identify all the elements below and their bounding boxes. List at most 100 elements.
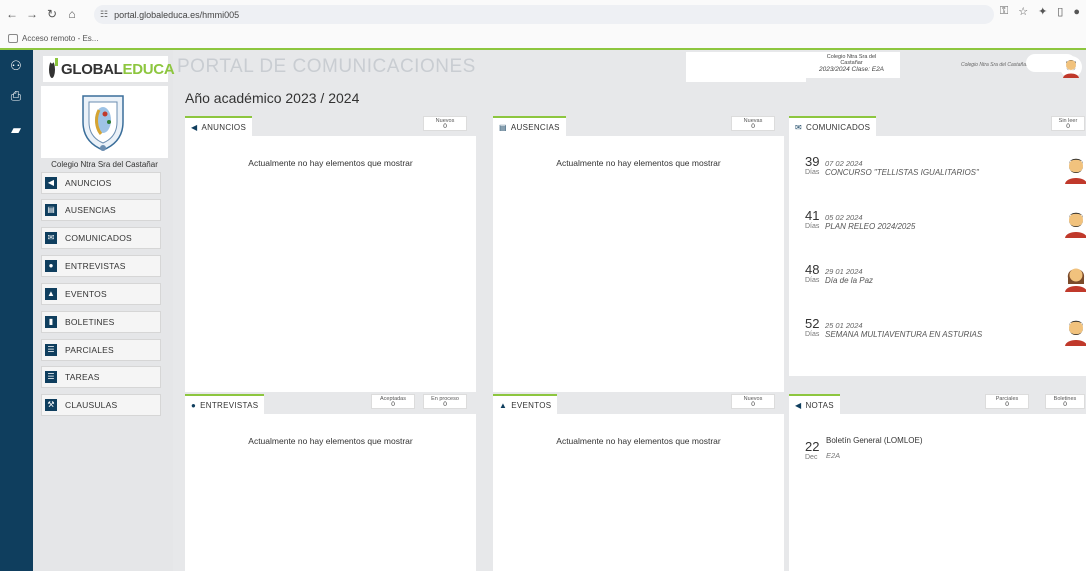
man-avatar-icon (1062, 208, 1086, 238)
sidebar-item-label: TAREAS (65, 372, 100, 382)
item-date: 07 02 2024 (825, 159, 863, 168)
item-title: Día de la Paz (825, 276, 874, 285)
chat-icon: ● (191, 400, 197, 410)
user-avatar-icon[interactable] (1060, 56, 1082, 78)
megaphone-icon: ◀ (45, 177, 57, 189)
calendar-icon: ▤ (499, 122, 507, 132)
tab-comunicados[interactable]: ✉ COMUNICADOS (789, 116, 877, 136)
days-count: 39 (805, 154, 820, 169)
panel-title: ENTREVISTAS (200, 400, 259, 410)
url-text: portal.globaleduca.es/hmmi005 (114, 9, 240, 20)
counter-en-proceso[interactable]: En proceso 0 (423, 394, 467, 409)
sidebar-item-clausulas[interactable]: ⚒ CLAUSULAS (41, 394, 161, 416)
panel-title: NOTAS (805, 400, 834, 410)
empty-message: Actualmente no hay elementos que mostrar (248, 436, 413, 446)
item-date: 25 01 2024 (825, 321, 863, 330)
gavel-icon: ⚒ (45, 399, 57, 411)
panel-title: AUSENCIAS (510, 122, 560, 132)
profile-icon[interactable]: ● (1073, 6, 1080, 18)
tab-notas[interactable]: ◀ NOTAS (789, 394, 840, 414)
counter-value: 0 (1066, 123, 1070, 130)
user-name-block[interactable] (686, 52, 806, 82)
extensions-icon[interactable]: ✦ (1038, 5, 1047, 18)
sidebar-item-anuncios[interactable]: ◀ ANUNCIOS (41, 172, 161, 194)
sidebar-item-boletines[interactable]: ▮ BOLETINES (41, 311, 161, 333)
school-name: Colegio Ntra Sra del Castañar (51, 160, 158, 169)
home-icon[interactable]: ⌂ (64, 7, 80, 21)
counter-value: 0 (751, 401, 755, 408)
days-label: Días (805, 331, 820, 338)
logo-text-educa: EDUCA (122, 60, 175, 78)
empty-message: Actualmente no hay elementos que mostrar (556, 158, 721, 168)
counter-nuevas[interactable]: Nuevas 0 (731, 116, 775, 131)
list-item[interactable]: 52 Días 25 01 2024 SEMANA MULTIAVENTURA … (805, 316, 1086, 350)
counter-boletines[interactable]: Boletines 0 (1045, 394, 1085, 409)
tab-anuncios[interactable]: ◀ ANUNCIOS (185, 116, 253, 136)
sidebar-item-ausencias[interactable]: ▤ AUSENCIAS (41, 199, 161, 221)
browser-chrome: ← → ↻ ⌂ ☷ portal.globaleduca.es/hmmi005 … (0, 0, 1086, 48)
days-label: Días (805, 223, 820, 230)
chat-icon: ● (45, 260, 57, 272)
man-avatar-icon (1062, 316, 1086, 346)
sidebar-item-eventos[interactable]: ▲ EVENTOS (41, 283, 161, 305)
password-key-icon[interactable]: ⚿ (1000, 5, 1008, 18)
browser-actions: ⚿ ☆ ✦ ▯ ● (1000, 5, 1080, 18)
panel-notas: ◀ NOTAS Parciales 0 Boletines 0 22 Dec B… (789, 392, 1086, 571)
school-class-line: 2023/2024 Clase: E2A (818, 66, 885, 73)
tab-ausencias[interactable]: ▤ AUSENCIAS (493, 116, 566, 136)
counter-value: 0 (1005, 401, 1009, 408)
remote-desktop-icon (8, 33, 18, 43)
sidepanel-icon[interactable]: ▯ (1057, 5, 1063, 18)
counter-parciales[interactable]: Parciales 0 (985, 394, 1029, 409)
reload-icon[interactable]: ↻ (44, 7, 60, 21)
printer-icon[interactable]: ⎙ (8, 88, 24, 104)
counter-sin-leer[interactable]: Sin leer 0 (1051, 116, 1085, 131)
list-item[interactable]: 39 Días 07 02 2024 CONCURSO "TELLISTAS I… (805, 154, 1086, 188)
counter-value: 0 (443, 123, 447, 130)
tab-eventos[interactable]: ▲ EVENTOS (493, 394, 558, 414)
sidebar-item-tareas[interactable]: ☰ TAREAS (41, 366, 161, 388)
list-item[interactable]: 41 Días 05 02 2024 PLAN RELEO 2024/2025 (805, 208, 1086, 242)
school-class-box[interactable]: Colegio Ntra Sra del Castañar 2023/2024 … (803, 52, 900, 78)
folder-icon[interactable]: ▰ (8, 122, 24, 138)
tab-entrevistas[interactable]: ● ENTREVISTAS (185, 394, 265, 414)
counter-nuevos[interactable]: Nuevos 0 (423, 116, 467, 131)
warning-icon: ▲ (45, 288, 57, 300)
bookmark-item[interactable]: Acceso remoto - Es... (22, 34, 98, 43)
list-item[interactable]: 22 Dec Boletín General (LOMLOE) E2A (805, 436, 1075, 476)
list-item[interactable]: 48 Días 29 01 2024 Día de la Paz (805, 262, 1086, 296)
sidebar-item-label: CLAUSULAS (65, 400, 118, 410)
counter-value: 0 (443, 401, 447, 408)
envelope-icon: ✉ (45, 232, 57, 244)
sidebar-item-label: COMUNICADOS (65, 233, 132, 243)
app-root: ⚇ ⎙ ▰ GLOBAL EDUCA Colegio Ntra Sra del C… (0, 48, 1086, 571)
main-content: PORTAL DE COMUNICACIONES Año académico 2… (173, 50, 1086, 571)
document-icon: ▮ (45, 316, 57, 328)
sidebar-item-label: AUSENCIAS (65, 205, 116, 215)
panel-entrevistas: ● ENTREVISTAS Aceptadas 0 En proceso 0 A… (185, 392, 476, 571)
back-icon[interactable]: ← (4, 7, 20, 21)
counter-value: 0 (751, 123, 755, 130)
site-info-icon[interactable]: ☷ (100, 9, 108, 20)
month-label: Dec (805, 454, 818, 461)
sidebar-item-parciales[interactable]: ☰ PARCIALES (41, 339, 161, 361)
bookmark-star-icon[interactable]: ☆ (1018, 5, 1028, 18)
item-date: 05 02 2024 (825, 213, 863, 222)
globaleduca-logo[interactable]: GLOBAL EDUCA (43, 56, 175, 82)
warning-icon: ▲ (499, 400, 508, 410)
address-bar[interactable]: ☷ portal.globaleduca.es/hmmi005 (94, 5, 994, 24)
list-icon: ☰ (45, 344, 57, 356)
counter-aceptadas[interactable]: Aceptadas 0 (371, 394, 415, 409)
counter-nuevos[interactable]: Nuevos 0 (731, 394, 775, 409)
sidebar-item-entrevistas[interactable]: ● ENTREVISTAS (41, 255, 161, 277)
panel-eventos: ▲ EVENTOS Nuevos 0 Actualmente no hay el… (493, 392, 784, 571)
family-icon[interactable]: ⚇ (8, 58, 24, 74)
panel-title: EVENTOS (511, 400, 552, 410)
day-number: 22 (805, 439, 820, 454)
forward-icon[interactable]: → (24, 7, 40, 21)
man-avatar-icon (1062, 154, 1086, 184)
sidebar-item-comunicados[interactable]: ✉ COMUNICADOS (41, 227, 161, 249)
empty-message: Actualmente no hay elementos que mostrar (248, 158, 413, 168)
panel-title: ANUNCIOS (201, 122, 247, 132)
header-school-name: Colegio Ntra Sra del Castañar (961, 62, 1028, 68)
